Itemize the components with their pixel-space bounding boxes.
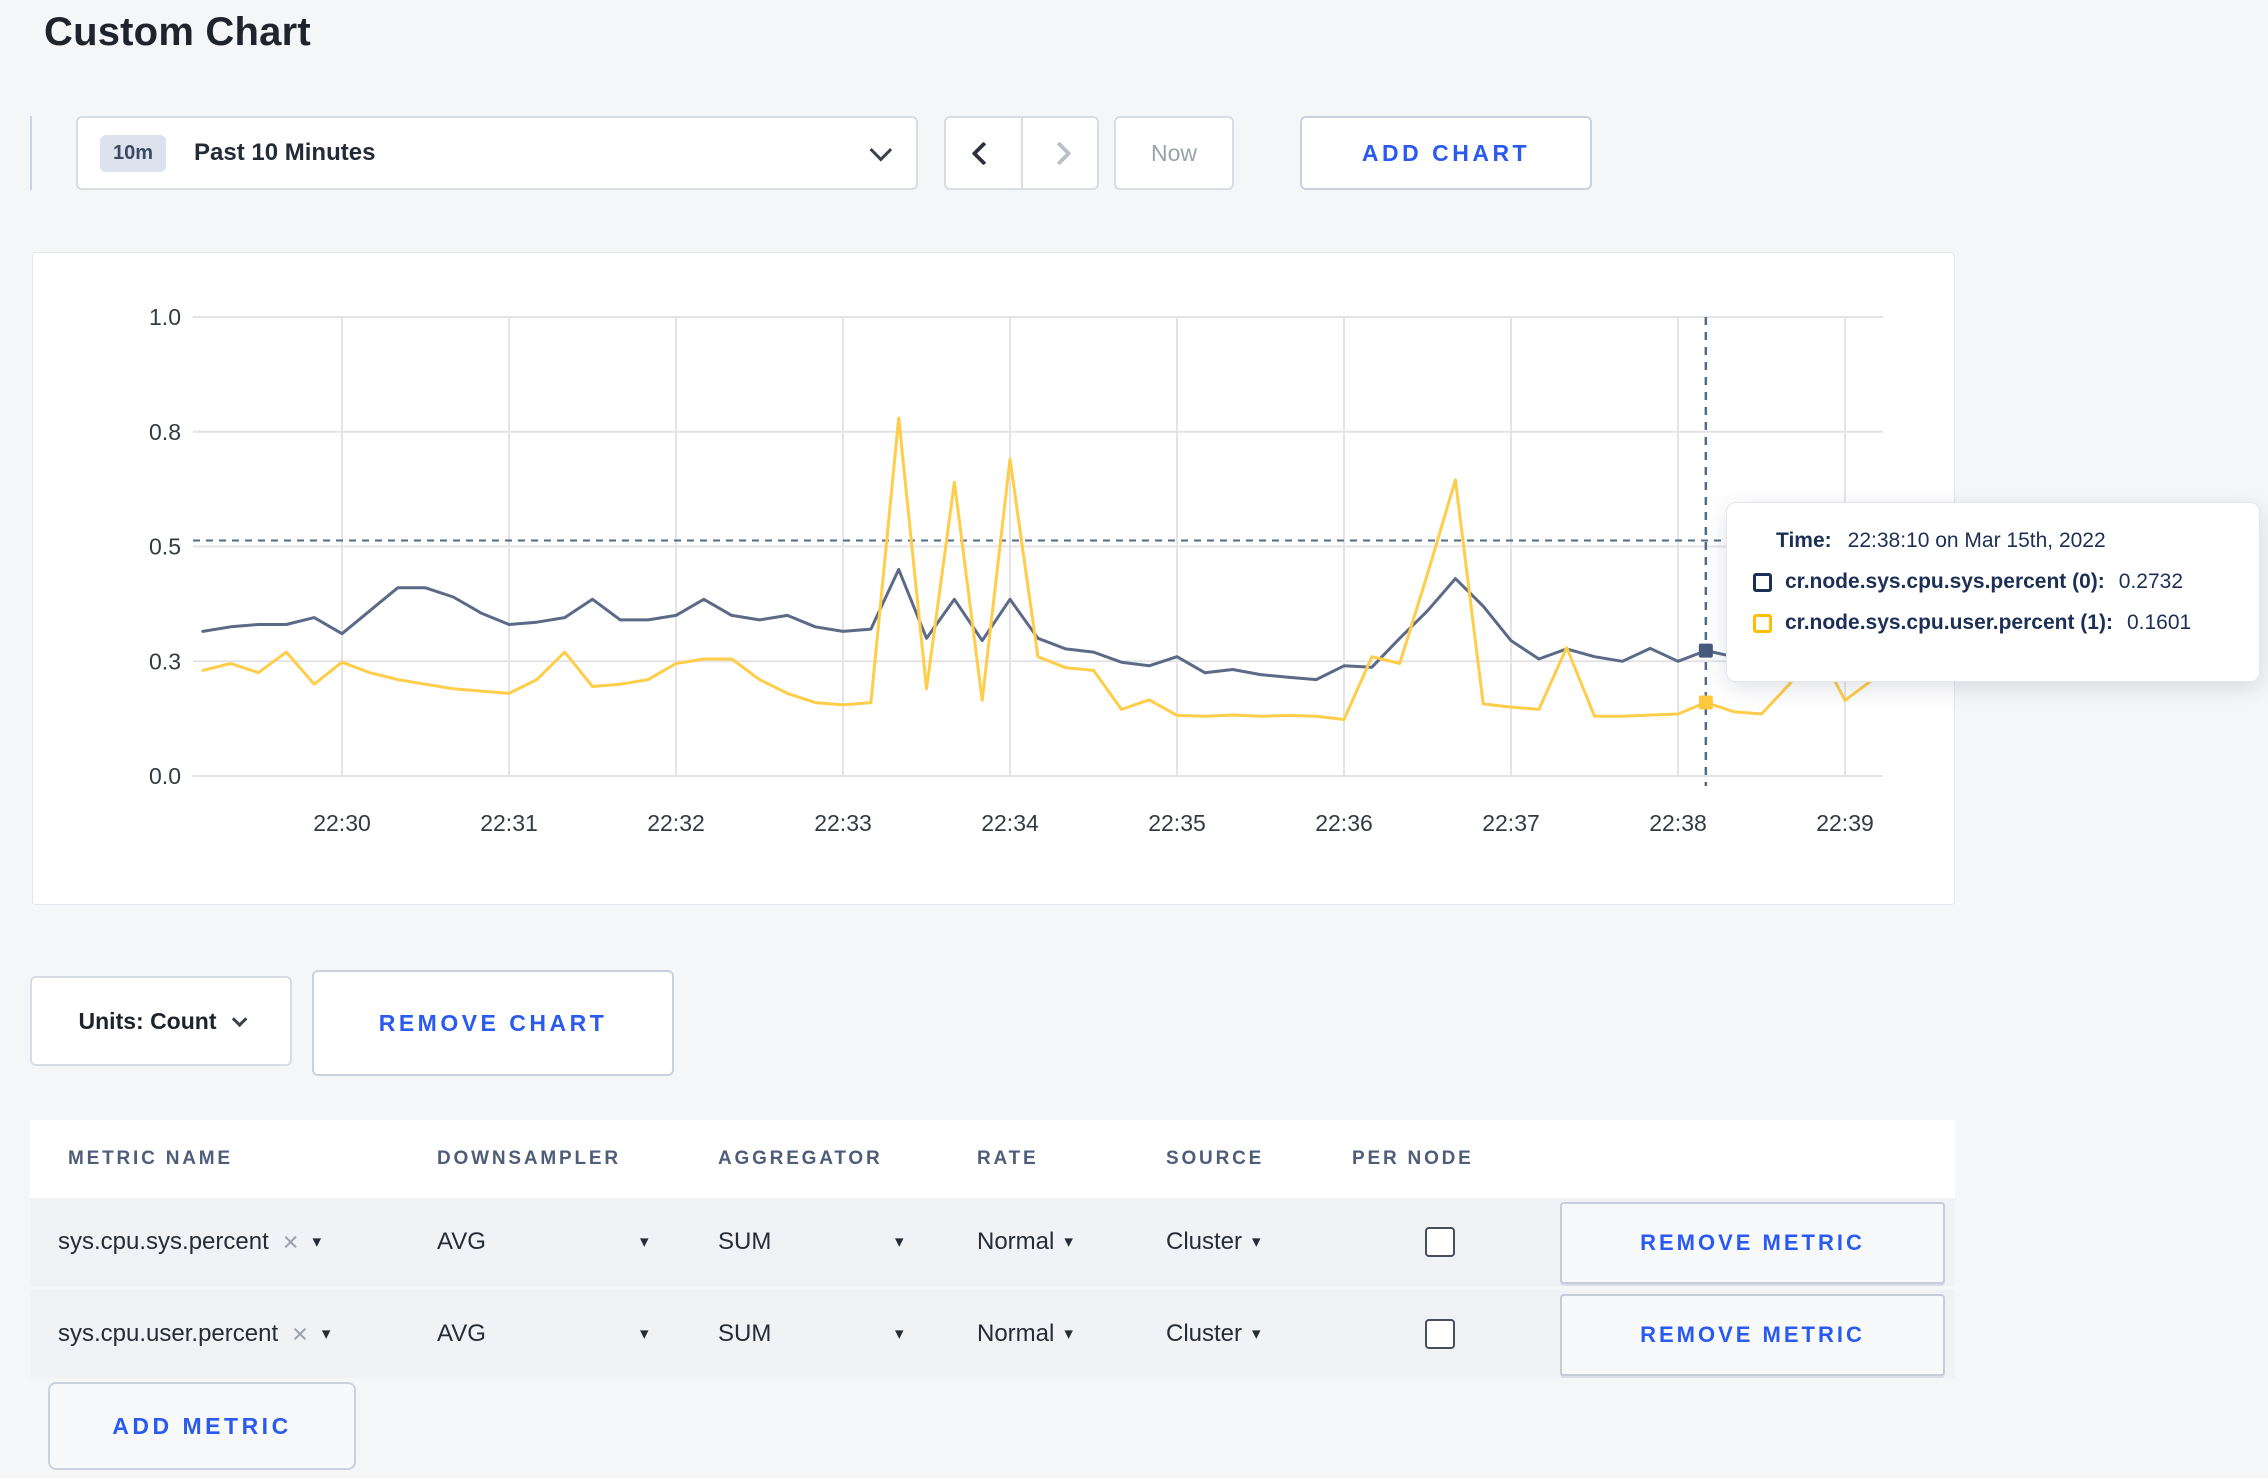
source-value: Cluster <box>1166 1320 1243 1347</box>
series-user-swatch-icon <box>1753 613 1772 633</box>
col-aggregator: AGGREGATOR <box>718 1148 883 1169</box>
per-node-checkbox[interactable] <box>1425 1319 1455 1349</box>
dropdown-arrow-icon[interactable]: ▾ <box>640 1290 649 1378</box>
tooltip-time-value: 22:38:10 on Mar 15th, 2022 <box>1847 529 2106 552</box>
rate-select[interactable]: Normal ▾ <box>977 1290 1073 1378</box>
toolbar-divider <box>30 116 32 190</box>
now-button[interactable]: Now <box>1114 116 1234 190</box>
y-axis-tick-label: 0.3 <box>149 648 181 674</box>
x-axis-tick-label: 22:32 <box>647 810 705 836</box>
aggregator-value: SUM <box>718 1320 772 1347</box>
metric-name-select[interactable]: sys.cpu.user.percent × ▾ <box>58 1290 330 1378</box>
col-per-node: PER NODE <box>1352 1148 1474 1169</box>
dropdown-arrow-icon: ▾ <box>1252 1324 1261 1343</box>
x-axis-tick-label: 22:31 <box>480 810 538 836</box>
per-node-checkbox[interactable] <box>1425 1227 1455 1257</box>
x-axis-tick-label: 22:39 <box>1816 810 1874 836</box>
series-sys-swatch-icon <box>1753 572 1772 592</box>
remove-chart-button[interactable]: REMOVE CHART <box>312 970 674 1076</box>
chevron-down-icon <box>232 1011 248 1027</box>
remove-metric-button[interactable]: REMOVE METRIC <box>1560 1202 1945 1284</box>
tooltip-series-row: cr.node.sys.cpu.user.percent (1): 0.1601 <box>1753 611 2235 635</box>
chart-gridlines: 0.0 0.3 0.5 0.8 1.0 22:30 22:31 22:32 22:33 22:34… <box>149 304 1883 836</box>
units-label: Units: Count <box>78 1007 217 1034</box>
x-axis-tick-label: 22:37 <box>1482 810 1540 836</box>
col-downsampler: DOWNSAMPLER <box>437 1148 621 1169</box>
tooltip-time-row: Time: 22:38:10 on Mar 15th, 2022 <box>1753 529 2235 553</box>
dropdown-arrow-icon[interactable]: ▾ <box>895 1198 904 1286</box>
metric-name-value: sys.cpu.sys.percent <box>58 1228 269 1255</box>
chevron-left-icon <box>971 140 996 166</box>
downsampler-value: AVG <box>437 1320 486 1347</box>
time-range-label: Past 10 Minutes <box>194 139 376 166</box>
remove-metric-button[interactable]: REMOVE METRIC <box>1560 1294 1945 1376</box>
tooltip-time-label: Time: <box>1776 529 1832 552</box>
metric-name-select[interactable]: sys.cpu.sys.percent × ▾ <box>58 1198 321 1286</box>
rate-select[interactable]: Normal ▾ <box>977 1198 1073 1286</box>
series-line-user <box>201 416 1875 721</box>
x-axis-tick-label: 22:35 <box>1148 810 1206 836</box>
crosshair-point-marker <box>1698 643 1713 658</box>
downsampler-select[interactable]: AVG <box>437 1198 486 1286</box>
metric-name-value: sys.cpu.user.percent <box>58 1320 279 1347</box>
dropdown-arrow-icon: ▾ <box>1064 1232 1073 1251</box>
time-nav-group <box>944 116 1099 190</box>
downsampler-select[interactable]: AVG <box>437 1290 486 1378</box>
x-axis-tick-label: 22:33 <box>814 810 872 836</box>
page-title: Custom Chart <box>44 10 311 54</box>
source-value: Cluster <box>1166 1228 1243 1255</box>
dropdown-arrow-icon: ▾ <box>321 1324 331 1343</box>
chart-tooltip: Time: 22:38:10 on Mar 15th, 2022 cr.node… <box>1726 502 2260 682</box>
y-axis-tick-label: 0.8 <box>149 419 181 445</box>
time-range-badge: 10m <box>100 134 167 172</box>
time-back-button[interactable] <box>946 118 1023 188</box>
chevron-down-icon <box>869 138 893 162</box>
rate-value: Normal <box>977 1228 1055 1255</box>
clear-metric-icon[interactable]: × <box>292 1319 308 1350</box>
time-forward-button[interactable] <box>1023 118 1098 188</box>
tooltip-series-value: 0.2732 <box>2118 570 2184 593</box>
source-select[interactable]: Cluster ▾ <box>1166 1198 1261 1286</box>
units-select[interactable]: Units: Count <box>30 976 292 1066</box>
downsampler-value: AVG <box>437 1228 486 1255</box>
rate-value: Normal <box>977 1320 1055 1347</box>
aggregator-value: SUM <box>718 1228 772 1255</box>
y-axis-tick-label: 0.0 <box>149 763 181 789</box>
source-select[interactable]: Cluster ▾ <box>1166 1290 1261 1378</box>
col-rate: RATE <box>977 1148 1039 1169</box>
x-axis-tick-label: 22:34 <box>981 810 1039 836</box>
y-axis-tick-label: 1.0 <box>149 304 181 330</box>
aggregator-select[interactable]: SUM <box>718 1198 771 1286</box>
add-chart-button[interactable]: ADD CHART <box>1300 116 1592 190</box>
timeseries-chart[interactable]: 0.0 0.3 0.5 0.8 1.0 22:30 22:31 22:32 22:33 22:34… <box>33 253 1954 904</box>
metrics-table-header: METRIC NAME DOWNSAMPLER AGGREGATOR RATE … <box>30 1120 1955 1198</box>
tooltip-series-value: 0.1601 <box>2126 611 2192 634</box>
dropdown-arrow-icon: ▾ <box>1252 1232 1261 1251</box>
dropdown-arrow-icon[interactable]: ▾ <box>895 1290 904 1378</box>
col-metric-name: METRIC NAME <box>68 1148 233 1169</box>
time-range-select[interactable]: 10m Past 10 Minutes <box>76 116 918 190</box>
series-line-sys <box>201 567 1875 682</box>
col-source: SOURCE <box>1166 1148 1265 1169</box>
x-axis-tick-label: 22:36 <box>1315 810 1373 836</box>
tooltip-series-label: cr.node.sys.cpu.sys.percent (0): <box>1785 570 2105 593</box>
tooltip-series-label: cr.node.sys.cpu.user.percent (1): <box>1785 611 2113 634</box>
clear-metric-icon[interactable]: × <box>283 1227 299 1258</box>
chevron-right-icon <box>1047 140 1072 166</box>
x-axis-tick-label: 22:38 <box>1649 810 1707 836</box>
crosshair-point-marker <box>1698 695 1713 710</box>
add-metric-button[interactable]: ADD METRIC <box>48 1382 356 1470</box>
y-axis-tick-label: 0.5 <box>149 534 181 560</box>
dropdown-arrow-icon: ▾ <box>1064 1324 1073 1343</box>
tooltip-series-row: cr.node.sys.cpu.sys.percent (0): 0.2732 <box>1753 570 2235 594</box>
dropdown-arrow-icon: ▾ <box>312 1232 322 1251</box>
aggregator-select[interactable]: SUM <box>718 1290 771 1378</box>
chart-card: 0.0 0.3 0.5 0.8 1.0 22:30 22:31 22:32 22:33 22:34… <box>32 252 1955 905</box>
x-axis-tick-label: 22:30 <box>313 810 371 836</box>
dropdown-arrow-icon[interactable]: ▾ <box>640 1198 649 1286</box>
